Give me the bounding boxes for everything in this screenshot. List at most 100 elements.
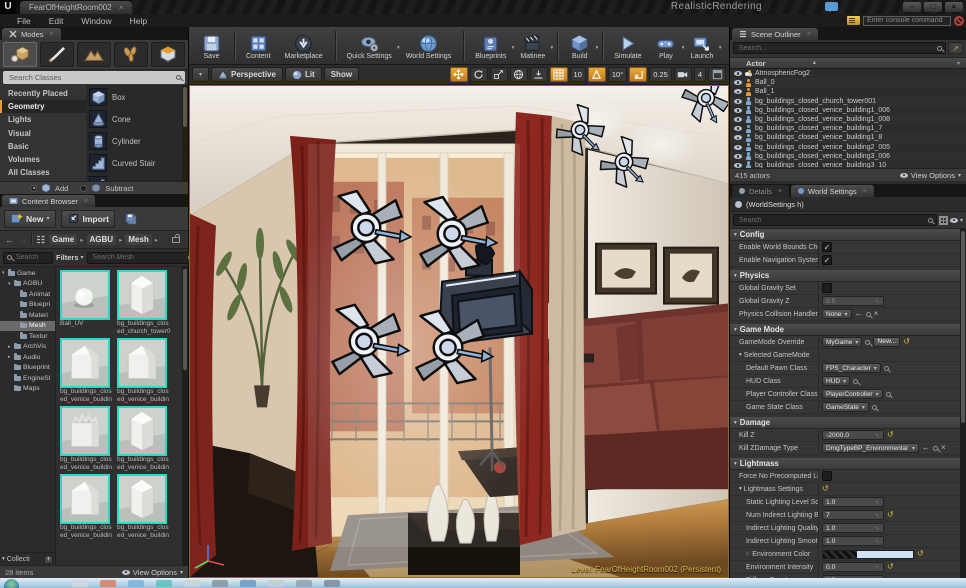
lit-mode-button[interactable]: Lit [285,67,322,82]
level-document-tab[interactable]: FearOfHeightRoom002 × [20,1,132,14]
reset-to-default-icon[interactable]: ↺ [903,338,910,346]
taskbar-item[interactable] [268,580,284,587]
outliner-view-options-button[interactable]: View Options ▾ [900,171,961,180]
place-mode-button[interactable] [3,42,37,67]
console-command-input[interactable] [863,16,951,26]
assets-scrollbar[interactable] [182,267,188,565]
search-icon[interactable] [853,379,858,384]
surface-snap-button[interactable] [530,67,548,82]
property-matrix-icon[interactable] [939,216,948,225]
category-recently-placed[interactable]: Recently Placed [0,87,86,100]
section-header-damage[interactable]: ▾Damage [730,417,960,429]
visibility-eye-icon[interactable] [734,108,742,113]
clear-icon[interactable]: × [941,444,946,452]
paint-mode-button[interactable] [40,42,74,67]
outliner-row-bg-buildings-closed-venice-building1-006[interactable]: bg_buildings_closed_venice_building1_006 [730,106,966,115]
show-flags-button[interactable]: Show [324,67,359,82]
asset-ball-uv-0[interactable]: Ball_UV [60,270,114,335]
geometry-edit-mode-button[interactable] [151,42,185,67]
add-collection-button[interactable]: + [44,555,53,564]
dropdown[interactable]: HUD▾ [822,376,850,386]
taskbar-item[interactable] [128,580,144,587]
outliner-row-bg-buildings-closed-venice-building1-8[interactable]: bg_buildings_closed_venice_building1_8 [730,133,966,142]
placeable-box[interactable]: Box [89,86,182,108]
search-icon[interactable] [866,312,871,317]
view-options-button[interactable]: View Options ▾ [122,568,183,577]
new-button[interactable]: New... [873,337,900,347]
import-button[interactable]: Import [61,210,115,228]
viewport-options-button[interactable]: ▾ [192,67,209,82]
grid-snap-value[interactable]: 10 [570,67,586,82]
search-icon[interactable] [872,405,877,410]
classes-search-box[interactable] [3,71,185,84]
tab-content-browser[interactable]: Content Browser × [2,195,95,207]
subtract-label[interactable]: Subtract [105,184,133,193]
folder-audio[interactable]: ▸Audio [0,352,55,363]
maximize-button[interactable]: □ [924,2,942,12]
menu-edit[interactable]: Edit [40,16,73,26]
category-visual[interactable]: Visual [0,127,86,140]
search-icon[interactable] [884,366,889,371]
outliner-row-bg-buildings-closed-venice-building3-006[interactable]: bg_buildings_closed_venice_building3_006 [730,152,966,161]
asset-bg-buildings-closed-venice-buildin-5[interactable]: bg_buildings_closed_venice_buildin [117,406,171,471]
checkbox[interactable]: ✓ [822,242,832,252]
feedback-bubble-icon[interactable] [825,2,838,11]
folder-agbu[interactable]: ▾AGBU [0,279,55,290]
checkbox[interactable] [822,471,832,481]
panel-close-icon[interactable]: × [807,31,811,38]
placeable-curved-stair[interactable]: Curved Stair [89,152,182,174]
sources-search-box[interactable] [3,252,53,264]
asset-search-input[interactable] [91,253,186,262]
category-geometry[interactable]: Geometry [0,100,86,113]
dropdown-caret-icon[interactable]: ▾ [719,45,722,51]
use-selected-icon[interactable]: ← [922,444,930,452]
tree-arrow-icon[interactable]: ▸ [8,354,13,360]
rotation-snap-value[interactable]: 10° [608,67,627,82]
ws-search-input[interactable] [737,216,926,225]
outliner-row-ball-1[interactable]: Ball_1 [730,87,966,96]
value-field[interactable]: 0.0↔ [822,296,884,306]
value-field[interactable]: 1.0↔ [822,523,884,533]
menu-file[interactable]: File [8,16,40,26]
visibility-eye-icon[interactable] [734,71,742,76]
new-asset-button[interactable]: New ▾ [4,210,56,228]
toolbar-button-simulate[interactable]: Simulate [608,32,649,60]
add-label[interactable]: Add [55,184,68,193]
outliner-row-bg-buildings-closed-venice-building3-10[interactable]: bg_buildings_closed_venice_building3_10 [730,161,966,168]
scale-tool-button[interactable] [490,67,508,82]
asset-bg-buildings-closed-venice-buildin-2[interactable]: bg_buildings_closed_venice_buildin [60,338,114,403]
world-picker-icon[interactable]: ↗ [948,42,963,54]
section-header-physics[interactable]: ▾Physics [730,270,960,282]
coordinate-system-button[interactable] [510,67,528,82]
expand-triangle-icon[interactable]: ▷ [746,551,750,557]
dropdown[interactable]: PlayerController▾ [822,389,883,399]
value-field[interactable]: 7↔ [822,510,884,520]
rotate-tool-button[interactable] [470,67,488,82]
taskbar-item[interactable] [324,580,340,587]
visibility-eye-icon[interactable] [734,117,742,122]
camera-speed-button[interactable] [674,67,692,82]
lock-icon[interactable] [172,237,180,243]
visibility-eye-icon[interactable] [734,126,742,131]
outliner-row-ball-0[interactable]: Ball_0 [730,78,966,87]
rotation-snap-button[interactable] [588,67,606,82]
toolbar-button-launch[interactable]: Launch▾ [684,32,721,60]
outliner-header[interactable]: Actor ▲ ▾ [730,57,966,69]
taskbar-item[interactable] [156,580,172,587]
visibility-eye-icon[interactable] [734,80,742,85]
folder-maps[interactable]: Maps [0,384,55,395]
toolbar-button-build[interactable]: Build▾ [563,32,598,60]
close-button[interactable]: × [945,2,963,12]
section-header-config[interactable]: ▾Config [730,229,960,241]
start-button[interactable] [4,579,19,588]
reset-to-default-icon[interactable]: ↺ [917,550,924,558]
sources-search-input[interactable] [14,253,49,262]
taskbar-item[interactable] [100,580,116,587]
color-swatch[interactable] [822,550,914,559]
dropdown[interactable]: MyGame▾ [822,337,862,347]
ws-scrollbar[interactable] [960,229,966,578]
taskbar-item[interactable] [72,580,88,587]
asset-bg-buildings-closed-venice-buildin-7[interactable]: bg_buildings_closed_venice_buildin [117,474,171,539]
outliner-row-bg-buildings-closed-church-tower001[interactable]: bg_buildings_closed_church_tower001 [730,97,966,106]
toolbar-button-save[interactable]: Save [195,32,230,60]
